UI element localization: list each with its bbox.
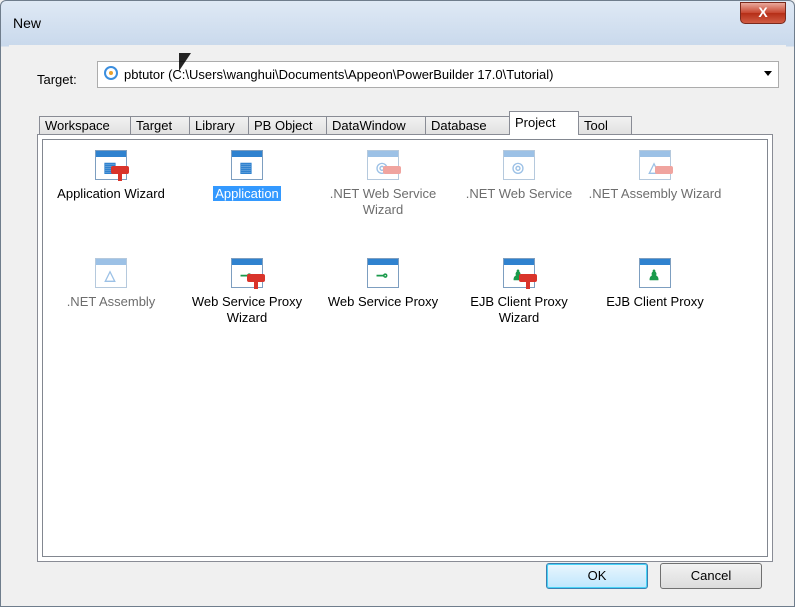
target-dropdown[interactable]: pbtutor (C:\Users\wanghui\Documents\Appe…	[97, 61, 779, 88]
cancel-button[interactable]: Cancel	[660, 563, 762, 589]
list-item[interactable]: ▦ Application	[179, 150, 315, 202]
net-web-service-icon: ◎	[503, 150, 535, 180]
list-item[interactable]: ⊸ Web Service Proxy	[315, 258, 451, 310]
tab-database[interactable]: Database	[425, 116, 511, 134]
list-item-label: EJB Client Proxy	[606, 294, 704, 309]
list-item-label: .NET Assembly	[66, 294, 156, 309]
net-assembly-icon: △	[95, 258, 127, 288]
web-service-proxy-icon: ⊸	[367, 258, 399, 288]
ejb-client-proxy-wizard-icon: ♟	[503, 258, 537, 289]
ejb-client-proxy-icon: ♟	[639, 258, 671, 288]
project-tab-panel: ▦ Application Wizard ▦ Application ◎ .NE…	[37, 134, 773, 562]
chevron-down-icon[interactable]	[764, 71, 772, 76]
list-item-label: Web Service Proxy Wizard	[191, 294, 303, 325]
target-label: Target:	[37, 72, 77, 87]
list-item-label: Web Service Proxy	[327, 294, 439, 309]
list-item-label: .NET Web Service Wizard	[329, 186, 437, 217]
list-item-label: Application	[213, 186, 281, 201]
dialog-title: New	[13, 15, 42, 31]
wizard-list: ▦ Application Wizard ▦ Application ◎ .NE…	[42, 139, 768, 557]
tab-pb-object[interactable]: PB Object	[248, 116, 327, 134]
ok-button[interactable]: OK	[546, 563, 648, 589]
list-item: △ .NET Assembly Wizard	[587, 150, 723, 202]
application-wizard-icon: ▦	[95, 150, 129, 181]
list-item[interactable]: ▦ Application Wizard	[43, 150, 179, 202]
list-item-label: .NET Web Service	[465, 186, 573, 201]
mouse-cursor-icon	[179, 53, 191, 71]
list-item[interactable]: ♟ EJB Client Proxy Wizard	[451, 258, 587, 326]
new-dialog: New X Target: pbtutor (C:\Users\wanghui\…	[0, 0, 795, 607]
tab-datawindow[interactable]: DataWindow	[326, 116, 426, 134]
target-icon	[104, 66, 118, 80]
tab-project[interactable]: Project	[509, 111, 579, 135]
list-item: ◎ .NET Web Service	[451, 150, 587, 202]
list-item[interactable]: ♟ EJB Client Proxy	[587, 258, 723, 310]
list-item: ◎ .NET Web Service Wizard	[315, 150, 451, 218]
dialog-client: Target: pbtutor (C:\Users\wanghui\Docume…	[9, 45, 786, 601]
net-assembly-wizard-icon: △	[639, 150, 673, 180]
net-web-service-wizard-icon: ◎	[367, 150, 401, 180]
list-item-label: .NET Assembly Wizard	[588, 186, 722, 201]
application-icon: ▦	[231, 150, 263, 180]
list-item: △ .NET Assembly	[43, 258, 179, 310]
tab-tool[interactable]: Tool	[578, 116, 632, 134]
close-button[interactable]: X	[740, 2, 786, 24]
title-bar[interactable]: New X	[1, 1, 794, 41]
tab-library[interactable]: Library	[189, 116, 249, 134]
list-item[interactable]: ⊸ Web Service Proxy Wizard	[179, 258, 315, 326]
close-icon: X	[758, 4, 768, 20]
web-service-proxy-wizard-icon: ⊸	[231, 258, 265, 289]
tab-target[interactable]: Target	[130, 116, 190, 134]
list-item-label: Application Wizard	[57, 186, 165, 201]
tab-workspace[interactable]: Workspace	[39, 116, 131, 134]
list-item-label: EJB Client Proxy Wizard	[470, 294, 568, 325]
